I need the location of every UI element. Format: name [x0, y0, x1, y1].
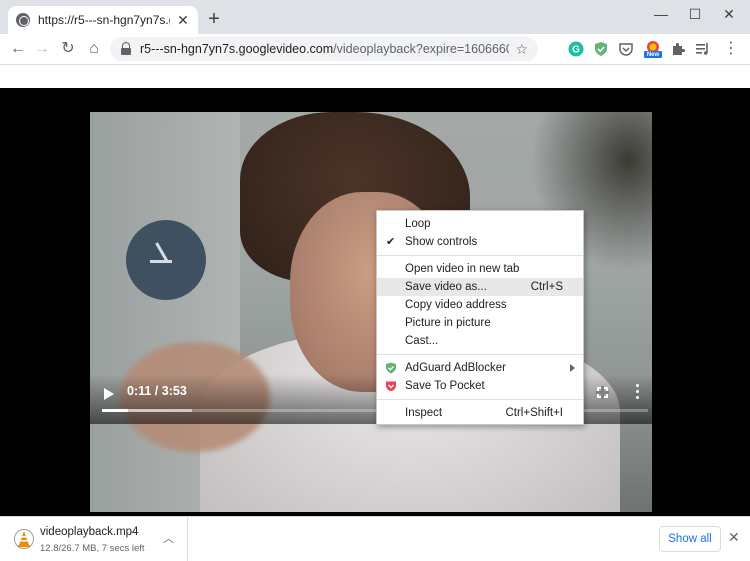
submenu-arrow-icon	[570, 364, 575, 372]
close-downloads-icon[interactable]: ✕	[728, 529, 740, 546]
globe-icon	[16, 13, 30, 27]
vlc-cone-icon	[14, 529, 34, 549]
download-status: 12.8/26.7 MB, 7 secs left	[40, 543, 145, 554]
menu-item-adguard[interactable]: AdGuard AdBlocker	[377, 359, 583, 377]
menu-kebab-icon[interactable]: ⋮	[721, 39, 741, 59]
back-icon[interactable]: ←	[8, 39, 28, 59]
menu-item-picture-in-picture[interactable]: Picture in picture	[377, 314, 583, 332]
menu-item-label: Loop	[405, 218, 431, 230]
pocket-icon[interactable]	[618, 41, 634, 57]
chevron-up-icon[interactable]: ︿	[163, 530, 174, 546]
checkmark-icon: ✔	[386, 236, 396, 248]
menu-item-copy-video-address[interactable]: Copy video address	[377, 296, 583, 314]
video-progress	[102, 409, 128, 412]
grammarly-icon[interactable]: G	[568, 41, 584, 57]
menu-item-save-to-pocket[interactable]: Save To Pocket	[377, 377, 583, 395]
menu-item-inspect[interactable]: Inspect Ctrl+Shift+I	[377, 404, 583, 422]
tab-strip: https://r5---sn-hgn7yn7s.google ✕ + — ☐ …	[0, 0, 750, 34]
menu-divider	[377, 354, 583, 355]
menu-divider	[377, 399, 583, 400]
download-file-name: videoplayback.mp4	[40, 526, 139, 538]
tab-close-icon[interactable]: ✕	[176, 12, 190, 29]
menu-shortcut: Ctrl+Shift+I	[505, 407, 563, 419]
extensions-puzzle-icon[interactable]	[670, 41, 686, 57]
menu-item-label: Save video as...	[405, 281, 487, 293]
menu-item-label: Copy video address	[405, 299, 507, 311]
bookmark-star-icon[interactable]: ☆	[515, 41, 528, 58]
lock-icon[interactable]	[120, 42, 132, 56]
menu-item-show-controls[interactable]: ✔ Show controls	[377, 233, 583, 251]
video-frame-clock-hand	[150, 260, 172, 263]
forward-icon[interactable]: →	[32, 39, 52, 59]
video-more-icon[interactable]	[636, 384, 640, 400]
downloads-bar: videoplayback.mp4 12.8/26.7 MB, 7 secs l…	[0, 516, 750, 561]
minimize-icon[interactable]: —	[646, 4, 676, 24]
video-time: 0:11 / 3:53	[127, 384, 187, 398]
video-page	[0, 88, 750, 516]
address-bar[interactable]: r5---sn-hgn7yn7s.googlevideo.com/videopl…	[110, 37, 538, 61]
menu-divider	[377, 255, 583, 256]
menu-item-label: Cast...	[405, 335, 439, 347]
menu-item-label: Picture in picture	[405, 317, 491, 329]
menu-item-label: Save To Pocket	[405, 380, 485, 392]
play-icon[interactable]	[104, 388, 114, 400]
browser-toolbar: ← → ↻ ⌂ r5---sn-hgn7yn7s.googlevideo.com…	[0, 34, 750, 65]
browser-tab[interactable]: https://r5---sn-hgn7yn7s.google ✕	[8, 6, 198, 34]
menu-item-label: Open video in new tab	[405, 263, 520, 275]
context-menu: Loop ✔ Show controls Open video in new ta…	[376, 210, 584, 425]
download-item[interactable]: videoplayback.mp4 12.8/26.7 MB, 7 secs l…	[0, 517, 188, 561]
menu-item-loop[interactable]: Loop	[377, 215, 583, 233]
show-all-button[interactable]: Show all	[659, 526, 721, 552]
url-host: r5---sn-hgn7yn7s.googlevideo.com	[140, 42, 334, 56]
menu-item-cast[interactable]: Cast...	[377, 332, 583, 350]
fullscreen-icon[interactable]	[596, 386, 609, 399]
maximize-icon[interactable]: ☐	[680, 4, 710, 24]
menu-item-save-video-as[interactable]: Save video as... Ctrl+S	[377, 278, 583, 296]
menu-item-label: Show controls	[405, 236, 478, 248]
url-path: /videoplayback?expire=1606660882&...	[333, 42, 510, 56]
svg-text:G: G	[572, 45, 580, 56]
tab-title: https://r5---sn-hgn7yn7s.google	[38, 13, 170, 27]
menu-shortcut: Ctrl+S	[530, 281, 563, 293]
new-tab-button[interactable]: +	[204, 9, 224, 29]
url-text[interactable]: r5---sn-hgn7yn7s.googlevideo.com/videopl…	[140, 42, 509, 56]
reload-icon[interactable]: ↻	[58, 39, 78, 59]
home-icon[interactable]: ⌂	[84, 39, 104, 59]
pocket-icon	[386, 381, 396, 391]
page-top-area	[0, 65, 750, 88]
adguard-shield-icon[interactable]	[593, 41, 609, 57]
new-badge: New	[646, 52, 660, 58]
menu-item-open-video-new-tab[interactable]: Open video in new tab	[377, 260, 583, 278]
media-control-icon[interactable]	[695, 41, 711, 57]
menu-item-label: AdGuard AdBlocker	[405, 362, 507, 374]
adguard-shield-icon	[386, 362, 396, 374]
window-close-icon[interactable]: ✕	[714, 4, 744, 24]
menu-item-label: Inspect	[405, 407, 443, 419]
